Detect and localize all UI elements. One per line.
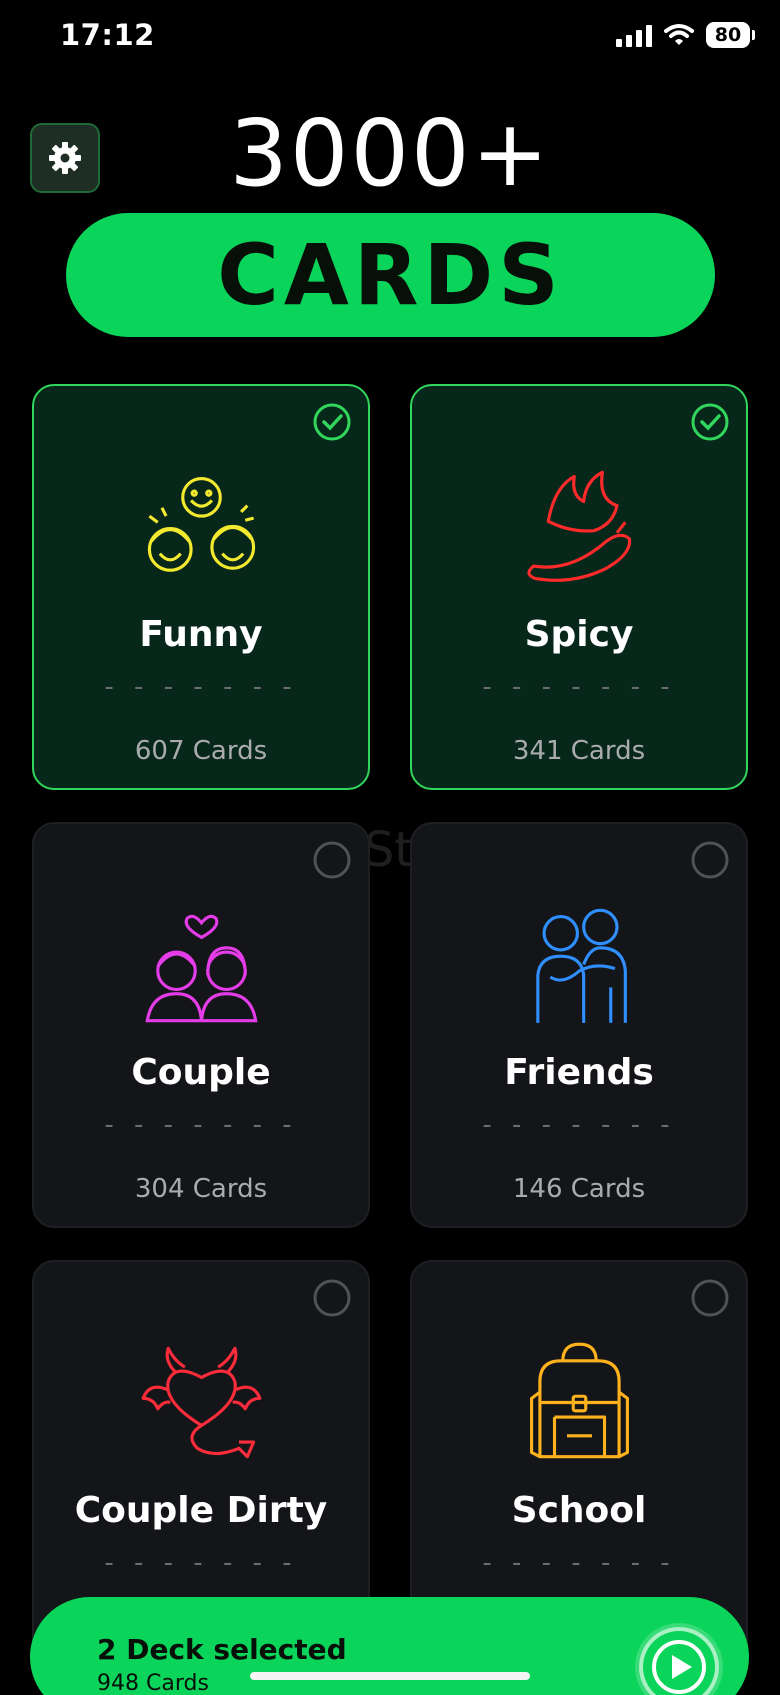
laughing-faces-icon [34, 464, 368, 589]
selected-decks-label: 2 Deck selected [97, 1633, 347, 1666]
deck-title: Couple [131, 1052, 271, 1093]
deck-count: 304 Cards [134, 1174, 268, 1204]
deck-count: 607 Cards [134, 736, 268, 766]
deck-card-spicy[interactable]: Spicy - - - - - - - 341 Cards [410, 384, 748, 790]
unchecked-icon [313, 841, 351, 879]
backpack-icon [412, 1340, 746, 1465]
deck-grid: Funny - - - - - - - 607 Cards Spicy - - … [0, 0, 780, 1695]
unchecked-icon [691, 841, 729, 879]
selection-bar[interactable]: 2 Deck selected 948 Cards [30, 1597, 749, 1695]
unchecked-icon [313, 1279, 351, 1317]
deck-title: Friends [504, 1052, 654, 1093]
deck-card-couple[interactable]: Couple - - - - - - - 304 Cards [32, 822, 370, 1228]
deck-card-friends[interactable]: Friends - - - - - - - 146 Cards [410, 822, 748, 1228]
unchecked-icon [691, 1279, 729, 1317]
deck-divider: - - - - - - - [482, 672, 676, 702]
couple-icon [34, 902, 368, 1027]
deck-title: Funny [139, 614, 263, 655]
selected-cards-count: 948 Cards [97, 1671, 209, 1695]
deck-card-funny[interactable]: Funny - - - - - - - 607 Cards [32, 384, 370, 790]
checked-icon [313, 403, 351, 441]
play-button[interactable] [639, 1627, 719, 1695]
play-icon [652, 1640, 706, 1694]
deck-divider: - - - - - - - [482, 1548, 676, 1578]
deck-title: Spicy [524, 614, 634, 655]
deck-title: School [511, 1490, 647, 1531]
chili-pepper-icon [412, 464, 746, 589]
checked-icon [691, 403, 729, 441]
deck-divider: - - - - - - - [482, 1110, 676, 1140]
deck-title: Couple Dirty [74, 1490, 328, 1531]
deck-count: 341 Cards [512, 736, 646, 766]
home-indicator [250, 1672, 530, 1680]
deck-divider: - - - - - - - [104, 1548, 298, 1578]
deck-count: 146 Cards [512, 1174, 646, 1204]
friends-icon [412, 902, 746, 1027]
deck-divider: - - - - - - - [104, 672, 298, 702]
deck-divider: - - - - - - - [104, 1110, 298, 1140]
devil-heart-icon [34, 1340, 368, 1465]
